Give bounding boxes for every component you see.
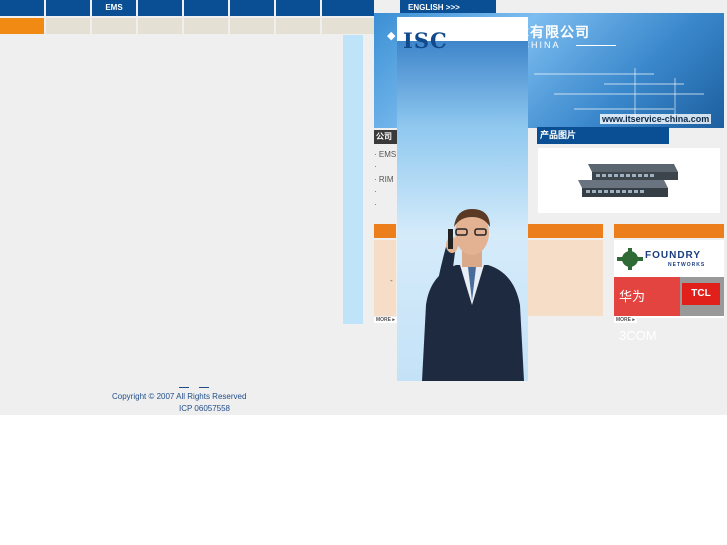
foundry-logo-subtext: NETWORKS (668, 262, 706, 268)
nav-item-2[interactable] (46, 0, 90, 16)
nav-item-7[interactable] (276, 0, 320, 16)
left-decor-strip (343, 35, 363, 324)
partners-header (614, 224, 724, 238)
company-list-item-4[interactable]: · (374, 187, 377, 196)
nav-item-ems[interactable]: EMS (92, 0, 136, 16)
footer-link-underline-1 (179, 387, 189, 388)
banner-url: www.itservice-china.com (600, 114, 712, 124)
nav-item-4[interactable] (138, 0, 182, 16)
subnav-item-3[interactable] (92, 18, 136, 34)
news-header-left (374, 224, 396, 238)
isc-logo: ISC (403, 28, 448, 53)
subnav-item-8[interactable] (322, 18, 374, 34)
nav-item-8[interactable] (322, 0, 374, 16)
businessman-on-phone-image (422, 209, 524, 381)
diamond-icon: ◆ (387, 30, 396, 42)
english-link[interactable]: ENGLISH >>> (400, 0, 496, 13)
company-list-item-2[interactable]: · (374, 162, 377, 171)
footer-icp[interactable]: ICP 06057558 (179, 404, 230, 413)
nav-item-1[interactable] (0, 0, 44, 16)
huawei-3com-logo[interactable]: 华为 3COM (614, 277, 680, 343)
footer-link-underline-2 (199, 387, 209, 388)
subnav-item-4[interactable] (138, 18, 182, 34)
nav-item-5[interactable] (184, 0, 228, 16)
subnav-item-6[interactable] (230, 18, 274, 34)
nav-item-6[interactable] (230, 0, 274, 16)
foundry-logo-text: FOUNDRY (645, 250, 702, 261)
subnav-item-1[interactable] (0, 18, 44, 34)
partners-more-button[interactable]: MORE ▸ (614, 317, 637, 323)
company-section-header: 公司 (374, 130, 398, 144)
tcl-logo[interactable]: TCL (682, 283, 720, 305)
company-list-item-rim[interactable]: · RIM (374, 175, 394, 184)
foundry-gear-icon (617, 248, 643, 270)
subnav-item-2[interactable] (46, 18, 90, 34)
news-dash: - (390, 276, 393, 285)
news-header-right (527, 224, 603, 238)
news-more-button[interactable]: MORE ▸ (374, 317, 397, 323)
subnav-item-5[interactable] (184, 18, 228, 34)
banner-rule (576, 45, 616, 46)
subnav-item-7[interactable] (276, 18, 320, 34)
company-list-item-ems[interactable]: · EMS (374, 150, 396, 159)
company-list-item-5[interactable]: · (374, 200, 377, 209)
network-switch-image[interactable] (578, 160, 682, 200)
footer-copyright: Copyright © 2007 All Rights Reserved (112, 392, 247, 401)
products-section-header: 产品图片 (537, 127, 669, 144)
news-panel-right (527, 240, 603, 316)
